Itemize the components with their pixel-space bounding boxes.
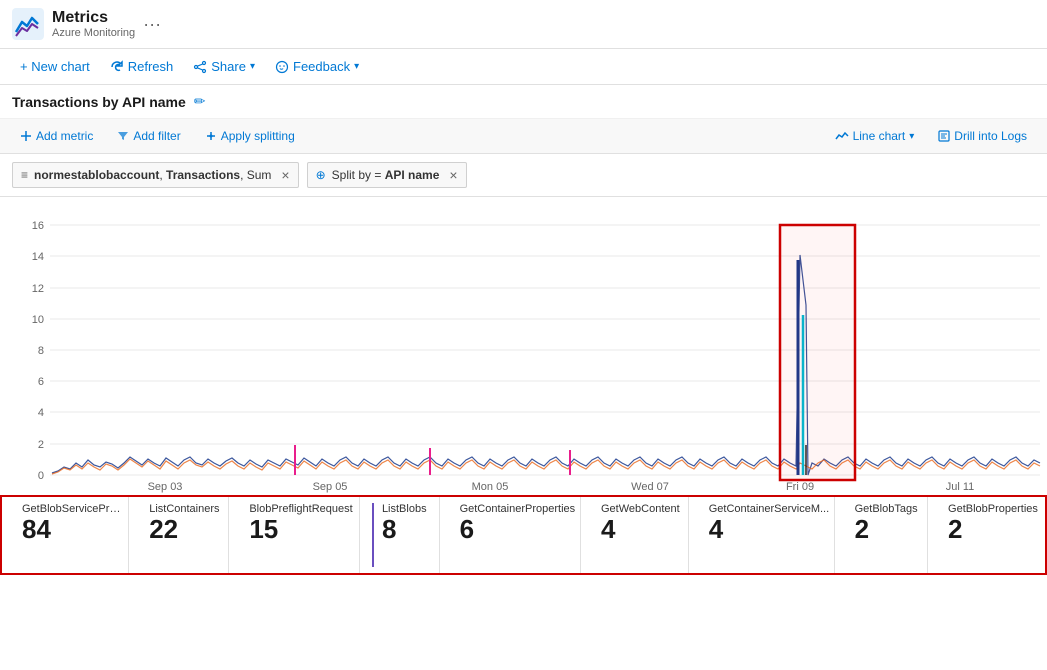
svg-text:2: 2	[38, 439, 44, 451]
drill-icon	[938, 130, 950, 142]
metric-tag: ≡ normestablobaccount, Transactions, Sum…	[12, 162, 299, 188]
metric-card-5: GetWebContent 4	[581, 497, 689, 573]
metric-tag-close[interactable]: ×	[281, 167, 289, 183]
filter-icon	[117, 130, 129, 142]
svg-text:8: 8	[38, 345, 44, 357]
svg-text:Wed 07: Wed 07	[631, 481, 669, 493]
add-metric-button[interactable]: Add metric	[12, 125, 101, 147]
metric-card-4: GetContainerProperties 6	[440, 497, 581, 573]
chart-right-controls: Line chart ▾ Drill into Logs	[827, 125, 1035, 147]
svg-text:10: 10	[32, 314, 44, 326]
chart-container: 0 2 4 6 8 10 12 14 16 Sep 03 Sep 05 Mon …	[0, 197, 1047, 495]
svg-text:Mon 05: Mon 05	[472, 481, 509, 493]
chart-controls-bar: Add metric Add filter Apply splitting Li…	[0, 119, 1047, 154]
svg-text:Sep 03: Sep 03	[148, 481, 183, 493]
metric-value-0: 84	[22, 515, 122, 544]
apply-splitting-button[interactable]: Apply splitting	[197, 125, 303, 147]
new-chart-button[interactable]: + New chart	[12, 55, 98, 78]
svg-text:12: 12	[32, 283, 44, 295]
svg-text:16: 16	[32, 220, 44, 232]
svg-text:4: 4	[38, 407, 44, 419]
split-tag-close[interactable]: ×	[449, 167, 457, 183]
metric-value-3: 8	[382, 515, 427, 544]
svg-text:0: 0	[38, 470, 44, 482]
metric-card-0: GetBlobServiceProper... 84	[2, 497, 129, 573]
metric-card-3: ListBlobs 8	[360, 497, 440, 573]
app-header: Metrics Azure Monitoring ···	[0, 0, 1047, 49]
share-button[interactable]: Share ▾	[185, 55, 263, 78]
app-subtitle: Azure Monitoring	[52, 27, 135, 39]
app-icon	[12, 8, 44, 40]
metric-value-2: 15	[249, 515, 352, 544]
metric-value-1: 22	[149, 515, 219, 544]
metric-value-4: 6	[460, 515, 576, 544]
svg-text:Jul 11: Jul 11	[946, 481, 975, 493]
share-icon	[193, 60, 207, 74]
metric-card-1: ListContainers 22	[129, 497, 229, 573]
svg-text:Sep 05: Sep 05	[313, 481, 348, 493]
feedback-icon	[275, 60, 289, 74]
app-title: Metrics	[52, 9, 135, 27]
x-axis-labels: Sep 03 Sep 05 Mon 05 Wed 07 Fri 09 Jul 1…	[148, 481, 975, 493]
metric-card-7: GetBlobTags 2	[835, 497, 928, 573]
metric-card-6: GetContainerServiceM... 4	[689, 497, 835, 573]
svg-text:14: 14	[32, 251, 44, 263]
split-tag-text: Split by = API name	[332, 168, 440, 182]
feedback-button[interactable]: Feedback ▾	[267, 55, 367, 78]
chart-title: Transactions by API name	[12, 94, 186, 110]
drill-into-logs-button[interactable]: Drill into Logs	[930, 125, 1035, 147]
feedback-chevron-icon: ▾	[354, 61, 359, 72]
metric-value-5: 4	[601, 515, 680, 544]
svg-text:Fri 09: Fri 09	[786, 481, 814, 493]
add-metric-icon	[20, 130, 32, 142]
more-options-button[interactable]: ···	[143, 14, 161, 35]
metric-bar-3	[372, 503, 374, 567]
metric-card-2: BlobPreflightRequest 15	[229, 497, 359, 573]
chart-svg: 0 2 4 6 8 10 12 14 16 Sep 03 Sep 05 Mon …	[0, 205, 1047, 495]
line-chart-chevron-icon: ▾	[909, 131, 914, 142]
metric-card-8: GetBlobProperties 2	[928, 497, 1045, 573]
split-icon	[205, 130, 217, 142]
metric-value-6: 4	[709, 515, 829, 544]
edit-title-icon[interactable]: ✏	[194, 93, 206, 110]
chart-line-orange	[52, 459, 1040, 474]
line-chart-icon	[835, 131, 849, 141]
split-tag-icon: ⊕	[316, 168, 326, 182]
app-title-group: Metrics Azure Monitoring	[52, 9, 135, 39]
metric-label-4: GetContainerProperties	[460, 503, 576, 515]
tags-bar: ≡ normestablobaccount, Transactions, Sum…	[0, 154, 1047, 197]
highlight-box	[780, 225, 855, 480]
chart-title-bar: Transactions by API name ✏	[0, 85, 1047, 119]
line-chart-button[interactable]: Line chart ▾	[827, 125, 923, 147]
share-chevron-icon: ▾	[250, 61, 255, 72]
y-axis: 0 2 4 6 8 10 12 14 16	[32, 220, 1040, 482]
add-filter-button[interactable]: Add filter	[109, 125, 188, 147]
metric-value-7: 2	[855, 515, 918, 544]
split-tag: ⊕ Split by = API name ×	[307, 162, 467, 188]
metric-tag-icon: ≡	[21, 168, 28, 182]
main-toolbar: + New chart Refresh Share ▾ Feedback ▾	[0, 49, 1047, 85]
refresh-icon	[110, 60, 124, 74]
metric-value-8: 2	[948, 515, 1038, 544]
refresh-button[interactable]: Refresh	[102, 55, 182, 78]
svg-text:6: 6	[38, 376, 44, 388]
metric-tag-text: normestablobaccount, Transactions, Sum	[34, 168, 271, 182]
metric-label-6: GetContainerServiceM...	[709, 503, 829, 515]
metrics-footer: GetBlobServiceProper... 84 ListContainer…	[0, 495, 1047, 575]
